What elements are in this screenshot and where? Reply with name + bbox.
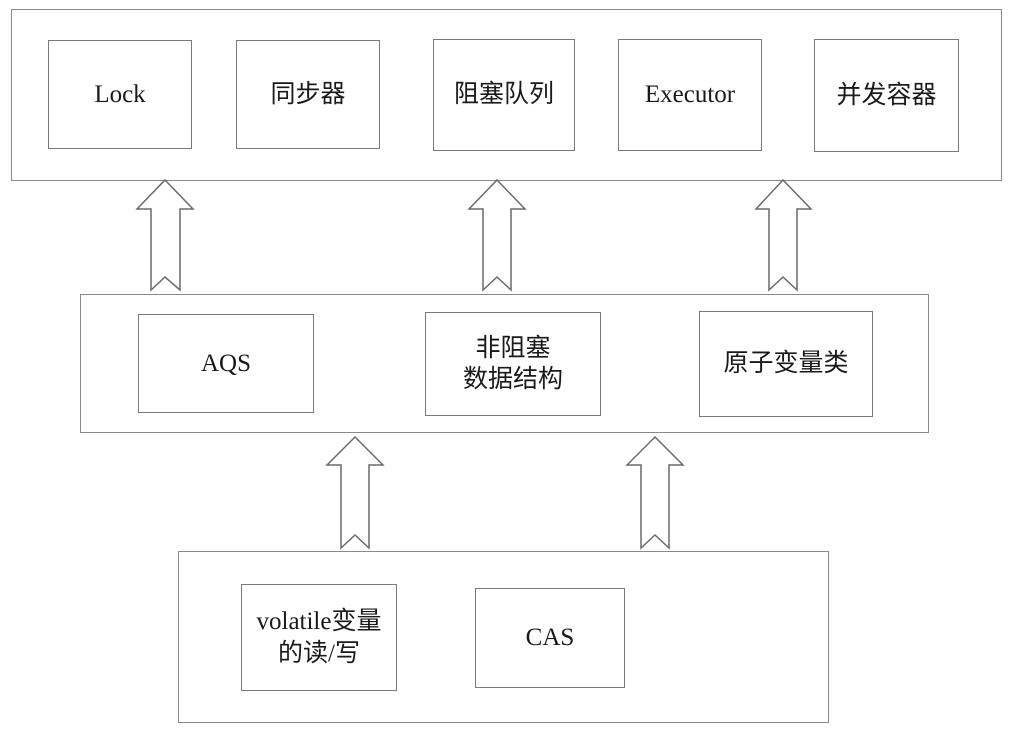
- executor-box: Executor: [618, 39, 762, 151]
- volatile-label-line1: volatile变量: [256, 608, 382, 636]
- concurrent-container-box: 并发容器: [814, 39, 959, 152]
- aqs-box: AQS: [138, 314, 314, 413]
- concurrent-container-label: 并发容器: [836, 81, 937, 109]
- volatile-label-line2: 的读/写: [278, 639, 360, 667]
- synchronizer-box: 同步器: [236, 40, 380, 149]
- non-blocking-label-line2: 数据结构: [462, 366, 563, 393]
- up-arrow-atomic-to-top: [754, 178, 813, 292]
- up-arrow-aqs-to-top: [135, 178, 195, 292]
- atomic-variable-box: 原子变量类: [699, 311, 873, 417]
- blocking-queue-box: 阻塞队列: [433, 39, 575, 151]
- lock-label: Lock: [94, 80, 146, 108]
- non-blocking-label-line1: 非阻塞: [475, 334, 551, 362]
- up-arrow-nonblocking-to-top: [467, 178, 527, 292]
- cas-box: CAS: [475, 588, 625, 688]
- volatile-rw-box: volatile变量 的读/写: [241, 584, 397, 691]
- aqs-label: AQS: [200, 349, 251, 377]
- synchronizer-label: 同步器: [270, 80, 346, 108]
- up-arrow-cas-to-middle: [625, 435, 685, 550]
- cas-label: CAS: [525, 624, 575, 652]
- blocking-queue-label: 阻塞队列: [453, 81, 554, 109]
- atomic-variable-label: 原子变量类: [723, 350, 849, 378]
- executor-label: Executor: [644, 81, 736, 109]
- non-blocking-data-structure-box: 非阻塞 数据结构: [425, 312, 601, 416]
- up-arrow-volatile-to-middle: [325, 435, 385, 550]
- lock-box: Lock: [48, 40, 192, 149]
